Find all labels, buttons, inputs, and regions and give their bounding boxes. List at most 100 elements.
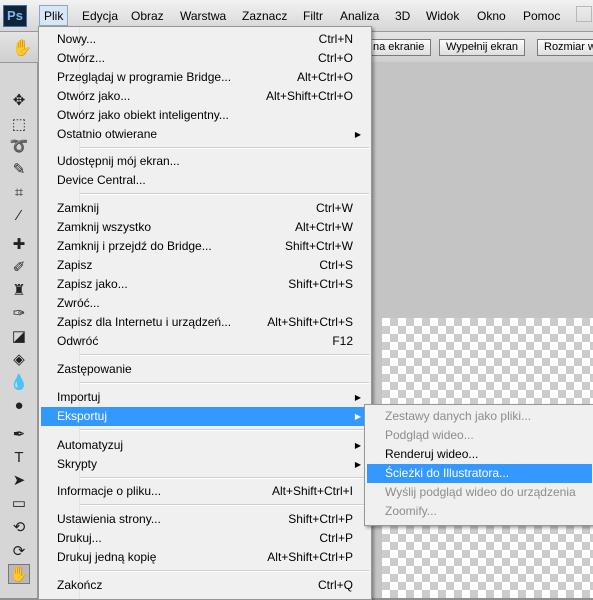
- menu-item-shortcut: Alt+Shift+Ctrl+S: [267, 315, 353, 329]
- menu-item-label: Eksportuj: [57, 409, 108, 423]
- submenu-item-sciezki-illustrator[interactable]: Ścieżki do Illustratora...: [367, 464, 592, 483]
- menu-item-label: Otwórz jako obiekt inteligentny...: [57, 108, 229, 122]
- menu-item-label: Zastępowanie: [57, 362, 132, 376]
- marquee-tool-icon[interactable]: ⬚: [8, 115, 30, 135]
- menu-separator: [80, 382, 369, 384]
- menu-item-importuj[interactable]: Importuj ▶: [41, 388, 369, 407]
- menu-item-automatyzuj[interactable]: Automatyzuj ▶: [41, 436, 369, 455]
- submenu-item-zestawy-danych[interactable]: Zestawy danych jako pliki...: [367, 407, 592, 426]
- menu-item-bridge[interactable]: Przeglądaj w programie Bridge... Alt+Ctrl…: [41, 68, 369, 87]
- menu-item-ostatnio[interactable]: Ostatnio otwierane ▶: [41, 125, 369, 144]
- menu-separator: [80, 504, 369, 506]
- menu-item-eksportuj[interactable]: Eksportuj ▶: [41, 407, 369, 426]
- menu-item-otworz-jako[interactable]: Otwórz jako... Alt+Shift+Ctrl+O: [41, 87, 369, 106]
- menu-item-device-central[interactable]: Device Central...: [41, 171, 369, 190]
- menu-item-drukuj-kopie[interactable]: Drukuj jedną kopię Alt+Shift+Ctrl+P: [41, 548, 369, 567]
- menu-item-label: Zamknij: [57, 201, 100, 215]
- menu-zaznacz[interactable]: Zaznacz: [242, 8, 287, 26]
- pen-tool-icon[interactable]: ✒: [8, 425, 30, 445]
- menu-analiza[interactable]: Analiza: [340, 8, 379, 26]
- crop-tool-icon[interactable]: ⌗: [8, 183, 30, 203]
- 3d-rotate-tool-icon[interactable]: ⟲: [8, 518, 30, 538]
- paint-bucket-tool-icon[interactable]: ◈: [8, 350, 30, 370]
- menu-item-shortcut: Alt+Ctrl+W: [294, 220, 353, 234]
- menu-item-zapisz[interactable]: Zapisz Ctrl+S: [41, 256, 369, 275]
- shape-tool-icon[interactable]: ▭: [8, 494, 30, 514]
- dodge-tool-icon[interactable]: ●: [8, 396, 30, 416]
- menu-warstwa[interactable]: Warstwa: [180, 8, 226, 26]
- menu-obraz[interactable]: Obraz: [131, 8, 164, 26]
- menu-item-zapisz-web[interactable]: Zapisz dla Internetu i urządzeń... Alt+Sh…: [41, 313, 369, 332]
- menu-item-odwroc[interactable]: Odwróć F12: [41, 332, 369, 351]
- menu-item-shortcut: Alt+Shift+Ctrl+O: [265, 89, 353, 103]
- print-size-button[interactable]: Rozmiar w: [537, 39, 593, 56]
- menu-item-label: Drukuj...: [57, 531, 102, 545]
- menu-item-shortcut: Alt+Shift+Ctrl+I: [271, 484, 353, 498]
- submenu-item-wyslij-podglad[interactable]: Wyślij podgląd wideo do urządzenia: [367, 483, 592, 502]
- menu-item-shortcut: Ctrl+O: [317, 51, 353, 65]
- menu-item-udostepnij[interactable]: Udostępnij mój ekran...: [41, 152, 369, 171]
- menu-item-smart-object[interactable]: Otwórz jako obiekt inteligentny...: [41, 106, 369, 125]
- menu-item-label: Zapisz jako...: [57, 277, 128, 291]
- clone-stamp-tool-icon[interactable]: ♜: [8, 281, 30, 301]
- menu-item-ustawienia-strony[interactable]: Ustawienia strony... Shift+Ctrl+P: [41, 510, 369, 529]
- quick-selection-tool-icon[interactable]: ✎: [8, 160, 30, 180]
- menu-item-skrypty[interactable]: Skrypty ▶: [41, 455, 369, 474]
- menu-item-zamknij-bridge[interactable]: Zamknij i przejdź do Bridge... Shift+Ctrl…: [41, 237, 369, 256]
- path-selection-tool-icon[interactable]: ➤: [8, 471, 30, 491]
- submenu-arrow-icon: ▶: [354, 460, 361, 469]
- menu-item-label: Udostępnij mój ekran...: [57, 154, 180, 168]
- brush-tool-icon[interactable]: ✐: [8, 258, 30, 278]
- blur-tool-icon[interactable]: 💧: [8, 373, 30, 393]
- menu-item-shortcut: Ctrl+N: [318, 32, 353, 46]
- menu-item-shortcut: Ctrl+P: [319, 531, 353, 545]
- menu-item-label: Zapisz: [57, 258, 93, 272]
- eyedropper-tool-icon[interactable]: ⁄: [8, 206, 30, 226]
- menu-item-zamknij-wszystko[interactable]: Zamknij wszystko Alt+Ctrl+W: [41, 218, 369, 237]
- hand-tool-icon[interactable]: ✋: [8, 564, 30, 584]
- menu-item-otworz[interactable]: Otwórz... Ctrl+O: [41, 49, 369, 68]
- submenu-item-zoomify[interactable]: Zoomify...: [367, 502, 592, 521]
- menu-widok[interactable]: Widok: [426, 8, 459, 26]
- submenu-item-podglad-wideo[interactable]: Podgląd wideo...: [367, 426, 592, 445]
- menu-item-zastepowanie[interactable]: Zastępowanie: [41, 360, 369, 379]
- window-control-button[interactable]: [576, 6, 592, 22]
- menu-item-label: Przeglądaj w programie Bridge...: [57, 70, 232, 84]
- menu-3d[interactable]: 3D: [395, 8, 410, 26]
- menu-edycja[interactable]: Edycja: [82, 8, 118, 26]
- menu-item-label: Device Central...: [57, 173, 146, 187]
- menu-item-drukuj[interactable]: Drukuj... Ctrl+P: [41, 529, 369, 548]
- menu-item-shortcut: Shift+Ctrl+W: [284, 239, 353, 253]
- menu-item-zakoncz[interactable]: Zakończ Ctrl+Q: [41, 576, 369, 595]
- 3d-orbit-tool-icon[interactable]: ⟳: [8, 542, 30, 562]
- menu-item-zapisz-jako[interactable]: Zapisz jako... Shift+Ctrl+S: [41, 275, 369, 294]
- history-brush-tool-icon[interactable]: ✑: [8, 304, 30, 324]
- menu-item-shortcut: F12: [332, 334, 353, 348]
- menu-item-shortcut: Ctrl+S: [319, 258, 353, 272]
- menu-item-shortcut: Alt+Ctrl+O: [296, 70, 353, 84]
- lasso-tool-icon[interactable]: ➰: [8, 137, 30, 157]
- move-tool-icon[interactable]: ✥: [8, 91, 30, 111]
- menu-item-label: Zamknij i przejdź do Bridge...: [57, 239, 212, 253]
- menu-item-label: Ustawienia strony...: [57, 512, 161, 526]
- menu-pomoc[interactable]: Pomoc: [523, 8, 560, 26]
- menu-item-zamknij[interactable]: Zamknij Ctrl+W: [41, 199, 369, 218]
- submenu-item-renderuj-wideo[interactable]: Renderuj wideo...: [367, 445, 592, 464]
- menu-separator: [80, 477, 369, 479]
- submenu-arrow-icon: ▶: [354, 412, 361, 421]
- menu-item-zwroc[interactable]: Zwróć...: [41, 294, 369, 313]
- menu-item-label: Zestawy danych jako pliki...: [385, 409, 532, 423]
- fill-screen-button[interactable]: Wypełnij ekran: [439, 39, 526, 56]
- type-tool-icon[interactable]: T: [8, 448, 30, 468]
- menu-okno[interactable]: Okno: [477, 8, 506, 26]
- fit-screen-button[interactable]: na ekranie: [366, 39, 432, 56]
- menu-item-informacje[interactable]: Informacje o pliku... Alt+Shift+Ctrl+I: [41, 482, 369, 501]
- menu-separator: [80, 570, 369, 572]
- menu-item-nowy[interactable]: Nowy... Ctrl+N: [41, 30, 369, 49]
- menu-item-label: Zapisz dla Internetu i urządzeń...: [57, 315, 232, 329]
- hand-tool-preset-icon[interactable]: ✋: [12, 38, 34, 58]
- menu-filtr[interactable]: Filtr: [303, 8, 323, 26]
- eraser-tool-icon[interactable]: ◪: [8, 327, 30, 347]
- healing-brush-tool-icon[interactable]: ✚: [8, 235, 30, 255]
- menu-plik[interactable]: Plik: [39, 5, 69, 26]
